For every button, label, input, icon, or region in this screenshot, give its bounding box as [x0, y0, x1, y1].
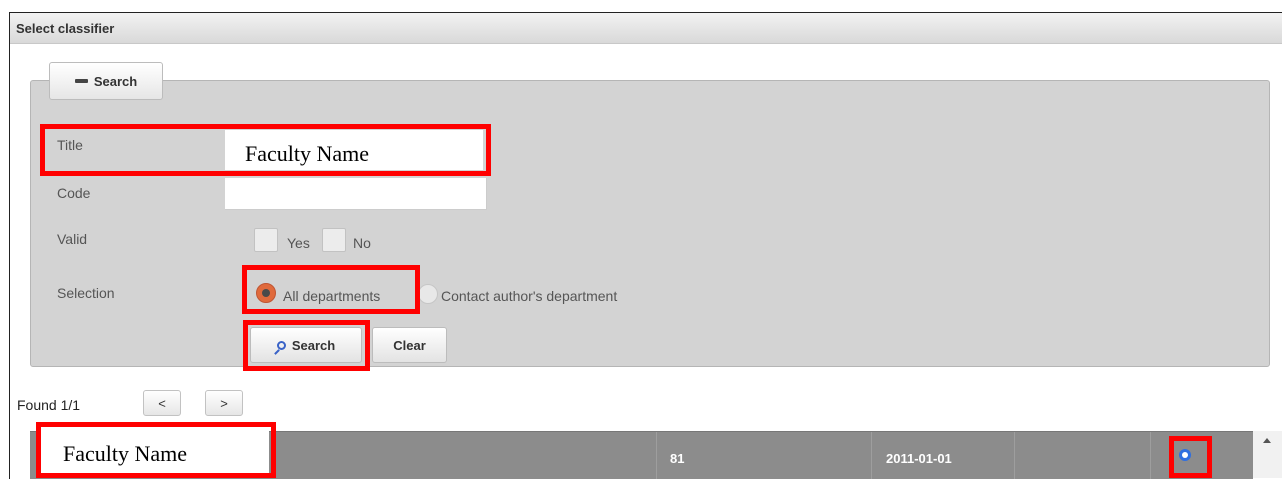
selection-label: Selection [57, 285, 115, 301]
valid-no-label: No [353, 235, 371, 251]
clear-button-label: Clear [393, 337, 426, 353]
dialog-titlebar: Select classifier [10, 13, 1282, 44]
selection-highlight-box [242, 265, 420, 314]
previous-page-button[interactable]: < [143, 390, 181, 416]
search-toggle-button[interactable]: Search [49, 62, 163, 100]
previous-page-label: < [158, 395, 166, 411]
row-date-cell: 2011-01-01 [886, 451, 952, 466]
valid-yes-label: Yes [287, 235, 310, 251]
row-code-cell: 81 [670, 451, 685, 466]
next-page-label: > [220, 395, 228, 411]
cell-separator [656, 432, 657, 479]
valid-yes-checkbox[interactable] [254, 228, 278, 252]
cell-separator [1014, 432, 1015, 479]
found-count: Found 1/1 [17, 397, 81, 413]
next-page-button[interactable]: > [205, 390, 243, 416]
clear-button[interactable]: Clear [372, 327, 447, 363]
code-input[interactable] [225, 178, 487, 210]
row-name-highlight-box [36, 422, 276, 478]
cell-separator [1150, 432, 1151, 479]
select-icon-highlight-box [1169, 436, 1212, 478]
cell-separator [871, 432, 872, 479]
dialog-title: Select classifier [16, 21, 115, 36]
code-label: Code [57, 185, 91, 201]
title-highlight-box [40, 124, 491, 176]
scroll-up-icon[interactable] [1263, 438, 1271, 443]
contact-department-label: Contact author's department [441, 288, 618, 304]
search-toggle-label: Search [93, 73, 138, 89]
valid-no-checkbox[interactable] [322, 228, 346, 252]
minus-icon [74, 79, 88, 83]
contact-department-radio[interactable] [418, 284, 438, 304]
valid-label: Valid [57, 231, 88, 247]
search-button-highlight-box [243, 320, 370, 371]
